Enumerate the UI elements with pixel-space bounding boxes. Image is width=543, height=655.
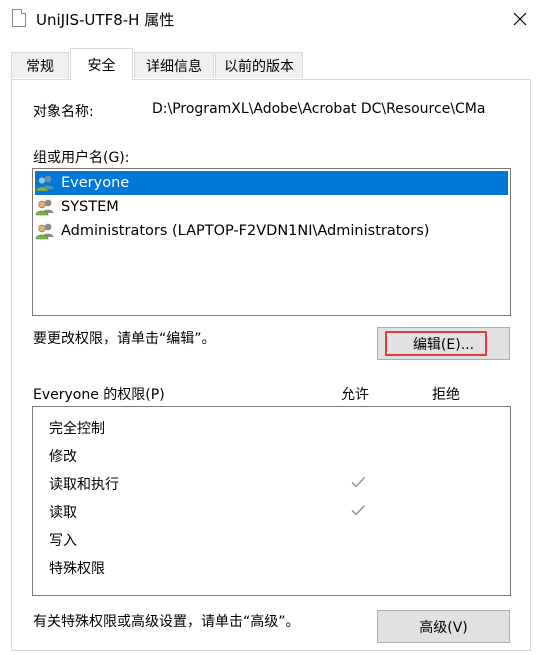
list-item-everyone[interactable]: Everyone [35, 171, 508, 195]
permission-write: 写入 [49, 533, 77, 549]
users-listbox[interactable]: Everyone SYSTEM Administrators (LAPTOP-F… [32, 168, 511, 316]
tab-general[interactable]: 常规 [11, 52, 69, 78]
permissions-list: 完全控制 修改 读取和执行 读取 写入 特殊权限 [32, 406, 511, 596]
tab-previous-versions[interactable]: 以前的版本 [215, 52, 303, 78]
groups-label: 组或用户名(G): [33, 150, 130, 166]
user-group-icon [35, 222, 57, 240]
permission-full-control: 完全控制 [49, 421, 105, 437]
close-button[interactable] [497, 0, 543, 38]
deny-column-header: 拒绝 [432, 387, 460, 403]
object-name-value: D:\ProgramXL\Adobe\Acrobat DC\Resource\C… [152, 101, 486, 117]
user-name: Everyone [59, 174, 132, 192]
user-group-icon [35, 174, 57, 192]
permission-read: 读取 [49, 505, 77, 521]
allow-check-icon [351, 504, 366, 516]
allow-check-icon [351, 476, 366, 488]
permission-read-execute: 读取和执行 [49, 477, 119, 493]
user-group-icon [35, 198, 57, 216]
permission-modify: 修改 [49, 449, 77, 465]
allow-column-header: 允许 [341, 387, 369, 403]
properties-dialog: UniJIS-UTF8-H 属性 常规 安全 详细信息 以前的版本 对象名称: … [0, 0, 543, 655]
file-icon [12, 9, 26, 27]
advanced-button[interactable]: 高级(V) [377, 610, 510, 643]
permissions-label: Everyone 的权限(P) [33, 387, 165, 403]
close-icon [513, 12, 527, 26]
object-name-label: 对象名称: [33, 104, 94, 120]
list-item-system[interactable]: SYSTEM [35, 195, 121, 219]
user-name: SYSTEM [61, 199, 119, 215]
tab-security[interactable]: 安全 [70, 48, 133, 80]
edit-button[interactable]: 编辑(E)... [377, 327, 510, 360]
advanced-settings-hint: 有关特殊权限或高级设置，请单击“高级”。 [33, 614, 300, 630]
list-item-administrators[interactable]: Administrators (LAPTOP-F2VDN1NI\Administ… [35, 219, 431, 243]
window-title: UniJIS-UTF8-H 属性 [36, 11, 175, 29]
title-bar: UniJIS-UTF8-H 属性 [0, 0, 543, 38]
permission-special: 特殊权限 [49, 561, 105, 577]
change-permissions-hint: 要更改权限，请单击“编辑”。 [33, 331, 216, 347]
user-name: Administrators (LAPTOP-F2VDN1NI\Administ… [61, 223, 430, 239]
tab-details[interactable]: 详细信息 [134, 52, 214, 78]
